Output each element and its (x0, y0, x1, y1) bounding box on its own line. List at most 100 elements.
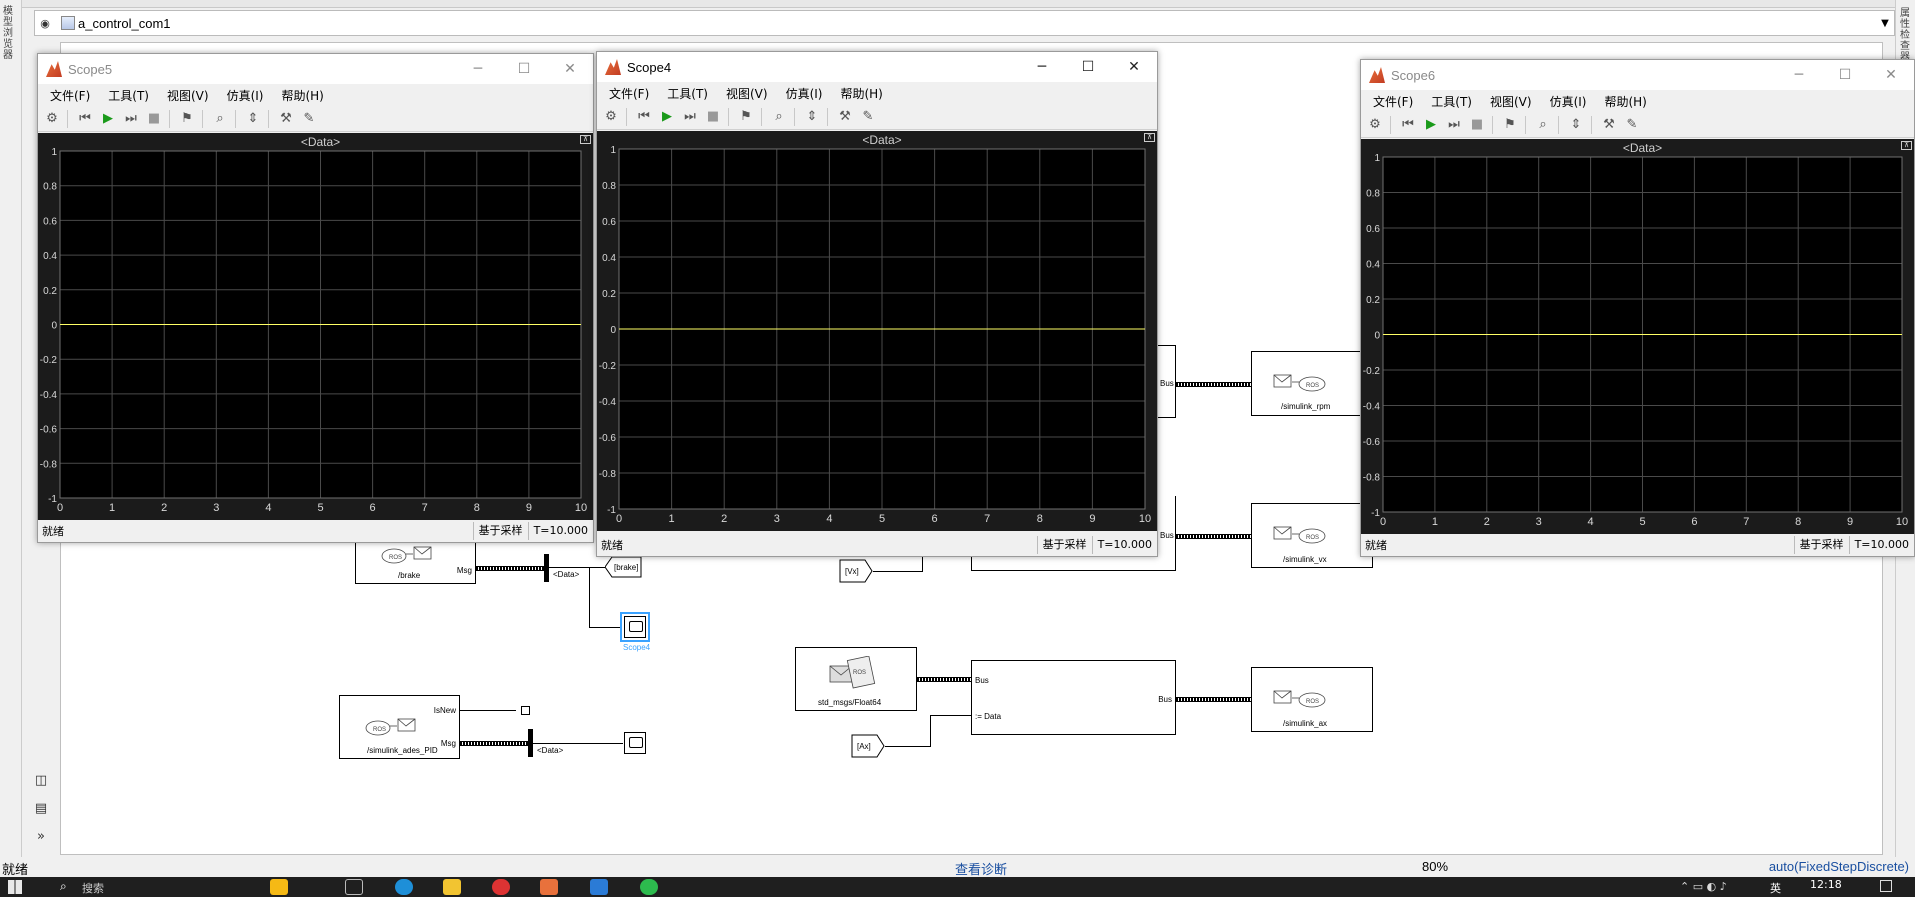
highlight-signal-icon[interactable]: ⚑ (1501, 116, 1519, 134)
menu-file[interactable]: 文件(F) (50, 87, 90, 104)
menu-view[interactable]: 视图(V) (1490, 93, 1532, 110)
stop-icon[interactable]: ■ (145, 110, 163, 128)
autoscale-icon[interactable]: ⇕ (803, 108, 821, 126)
app2-taskbar-icon[interactable] (590, 879, 608, 895)
start-icon[interactable] (8, 880, 22, 894)
menu-tools[interactable]: 工具(T) (108, 87, 149, 104)
maximize-icon[interactable]: ☐ (501, 61, 547, 77)
step-back-icon[interactable]: ⏮ (635, 108, 653, 126)
pid-scope-block[interactable] (624, 732, 646, 754)
clock[interactable]: 12:18 (1810, 878, 1842, 891)
bus-assignment-ax[interactable]: Bus := Data Bus (971, 660, 1176, 735)
menu-help[interactable]: 帮助(H) (1604, 93, 1646, 110)
highlight-signal-icon[interactable]: ⚑ (178, 110, 196, 128)
ros-publisher-ax[interactable]: ROS /simulink_ax (1251, 667, 1373, 732)
triggers-icon[interactable]: ⚒ (277, 110, 295, 128)
step-forward-icon[interactable]: ⏭ (122, 110, 140, 128)
expand-palette-icon[interactable]: » (30, 826, 52, 848)
scope6-axes[interactable]: <Data> 0 1 2 3 4 5 6 7 8 9 10 1 0.8 0.6 0.4 0.2 0 -0.2 -0.4… (1361, 139, 1915, 534)
step-forward-icon[interactable]: ⏭ (681, 108, 699, 126)
tray-icons[interactable]: ⌃ ▭ ◐ ♪ (1680, 880, 1727, 893)
ros-subscriber-brake[interactable]: ROS /brake Msg (355, 537, 476, 584)
model-data-icon[interactable]: ▤ (30, 798, 52, 820)
highlight-signal-icon[interactable]: ⚑ (737, 108, 755, 126)
ros-subscriber-pid[interactable]: ROS /simulink_ades_PID IsNew Msg (339, 695, 460, 759)
blank-msg-signal[interactable] (917, 677, 971, 682)
hide-explorer-icon[interactable]: ◉ (35, 17, 55, 30)
run-icon[interactable]: ▶ (1422, 116, 1440, 134)
close-icon[interactable]: ✕ (1111, 59, 1157, 75)
maximize-icon[interactable]: ☐ (1065, 59, 1111, 75)
menu-help[interactable]: 帮助(H) (840, 85, 882, 102)
undock-icon[interactable]: ⊼ (580, 135, 591, 144)
menu-simulation[interactable]: 仿真(I) (1550, 93, 1587, 110)
brake-msg-signal[interactable] (476, 566, 544, 571)
taskbar-search-text[interactable]: 搜索 (82, 880, 104, 896)
solver-link[interactable]: auto(FixedStepDiscrete) (1769, 859, 1909, 874)
maximize-icon[interactable]: ☐ (1822, 67, 1868, 83)
rpm-bus-signal[interactable] (1176, 382, 1251, 387)
run-icon[interactable]: ▶ (658, 108, 676, 126)
run-icon[interactable]: ▶ (99, 110, 117, 128)
stop-icon[interactable]: ■ (704, 108, 722, 126)
scope5-axes[interactable]: <Data> 0 1 2 3 4 5 6 7 8 9 10 1 0.8 0.6 0.4 0.2 0 -0.2 -0.4… (38, 133, 594, 520)
step-back-icon[interactable]: ⏮ (76, 110, 94, 128)
measurements-icon[interactable]: ✎ (300, 110, 318, 128)
settings-gear-icon[interactable]: ⚙ (602, 108, 620, 126)
scope6-titlebar[interactable]: Scope6 ─ ☐ ✕ (1361, 60, 1914, 90)
pid-terminator[interactable] (521, 706, 530, 715)
search-icon[interactable]: ⌕ (60, 879, 67, 894)
widgets-icon[interactable] (270, 879, 288, 895)
ros-publisher-rpm[interactable]: ROS /simulink_rpm (1251, 351, 1373, 416)
minimize-icon[interactable]: ─ (1776, 67, 1822, 83)
vx-from-tag[interactable]: [Vx] (839, 559, 873, 583)
input-language[interactable]: 英 (1770, 880, 1781, 896)
brake-goto-tag[interactable]: [brake] (605, 556, 643, 578)
ros-publisher-vx[interactable]: ROS /simulink_vx (1251, 503, 1373, 568)
menu-simulation[interactable]: 仿真(I) (786, 85, 823, 102)
menu-view[interactable]: 视图(V) (726, 85, 768, 102)
model-address-bar[interactable]: ◉ a_control_com1 ▼ (34, 10, 1895, 36)
screenshot-icon[interactable]: ◫ (30, 770, 52, 792)
model-browser-strip[interactable]: 模型浏览器 (0, 0, 22, 862)
settings-gear-icon[interactable]: ⚙ (1366, 116, 1384, 134)
scope4-titlebar[interactable]: Scope4 ─ ☐ ✕ (597, 52, 1157, 82)
menu-tools[interactable]: 工具(T) (667, 85, 708, 102)
triggers-icon[interactable]: ⚒ (1600, 116, 1618, 134)
zoom-level[interactable]: 80% (1422, 859, 1448, 874)
scope5-window[interactable]: Scope5 ─ ☐ ✕ 文件(F) 工具(T) 视图(V) 仿真(I) 帮助(… (37, 53, 594, 543)
model-path[interactable]: a_control_com1 (78, 16, 1876, 31)
scope6-window[interactable]: Scope6 ─ ☐ ✕ 文件(F) 工具(T) 视图(V) 仿真(I) 帮助(… (1360, 59, 1915, 557)
triggers-icon[interactable]: ⚒ (836, 108, 854, 126)
measurements-icon[interactable]: ✎ (1623, 116, 1641, 134)
step-back-icon[interactable]: ⏮ (1399, 116, 1417, 134)
zoom-icon[interactable]: ⌕ (770, 108, 788, 126)
blank-message-float64[interactable]: ROS std_msgs/Float64 (795, 647, 917, 711)
ax-bus-signal[interactable] (1176, 697, 1251, 702)
scope5-plot-area[interactable]: <Data> 0 1 2 3 4 5 6 7 8 9 10 1 0.8 0.6 0.4 0.2 0 -0.2 -0.4… (38, 133, 593, 520)
pid-msg-signal[interactable] (460, 741, 528, 746)
undock-icon[interactable]: ⊼ (1144, 133, 1155, 142)
scope5-titlebar[interactable]: Scope5 ─ ☐ ✕ (38, 54, 593, 84)
menu-view[interactable]: 视图(V) (167, 87, 209, 104)
scope4-axes[interactable]: <Data> 0 1 2 3 4 5 6 7 8 9 10 1 0.8 0.6 0.4 0.2 0 -0.2 -0.4… (597, 131, 1158, 531)
chevron-down-icon[interactable]: ▼ (1876, 18, 1894, 29)
close-icon[interactable]: ✕ (1868, 67, 1914, 83)
file-explorer-icon[interactable] (443, 879, 461, 895)
undock-icon[interactable]: ⊼ (1901, 141, 1912, 150)
stop-icon[interactable]: ■ (1468, 116, 1486, 134)
ax-from-tag[interactable]: [Ax] (851, 734, 885, 758)
zoom-icon[interactable]: ⌕ (1534, 116, 1552, 134)
scope4-window[interactable]: Scope4 ─ ☐ ✕ 文件(F) 工具(T) 视图(V) 仿真(I) 帮助(… (596, 51, 1158, 557)
matlab-taskbar-icon[interactable] (540, 879, 558, 895)
menu-help[interactable]: 帮助(H) (281, 87, 323, 104)
menu-simulation[interactable]: 仿真(I) (227, 87, 264, 104)
scope4-plot-area[interactable]: <Data> 0 1 2 3 4 5 6 7 8 9 10 1 0.8 0.6 0.4 0.2 0 -0.2 -0.4… (597, 131, 1157, 531)
close-icon[interactable]: ✕ (547, 61, 593, 77)
app-icon[interactable] (492, 879, 510, 895)
autoscale-icon[interactable]: ⇕ (1567, 116, 1585, 134)
minimize-icon[interactable]: ─ (1019, 59, 1065, 75)
view-diagnostics-link[interactable]: 查看诊断 (955, 859, 1007, 878)
settings-gear-icon[interactable]: ⚙ (43, 110, 61, 128)
menu-file[interactable]: 文件(F) (609, 85, 649, 102)
